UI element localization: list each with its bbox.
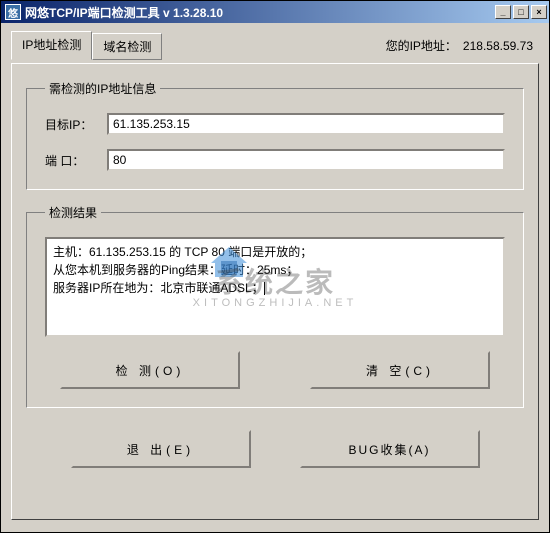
row-port: 端 口： (45, 149, 505, 171)
target-ip-label: 目标IP： (45, 116, 107, 133)
port-input[interactable] (107, 149, 505, 171)
maximize-button[interactable]: □ (513, 5, 529, 19)
client-area: IP地址检测 域名检测 您的IP地址： 218.58.59.73 需检测的IP地… (1, 23, 549, 532)
exit-button[interactable]: 退 出(E) (71, 430, 251, 468)
result-line-1: 主机：61.135.253.15 的 TCP 80 端口是开放的； (53, 243, 497, 261)
result-textarea[interactable]: 系统之家 XITONGZHIJIA.NET 主机：61.135.253.15 的… (45, 237, 505, 337)
tab-panel: 需检测的IP地址信息 目标IP： 端 口： 检测结果 系统之家 (11, 63, 539, 520)
window-title: 网悠TCP/IP端口检测工具 v 1.3.28.10 (25, 4, 495, 21)
result-line-3: 服务器IP所在地为：北京市联通ADSL； (53, 279, 497, 297)
check-button[interactable]: 检 测(O) (60, 351, 240, 389)
clear-button[interactable]: 清 空(C) (310, 351, 490, 389)
your-ip-label: 您的IP地址： (386, 37, 457, 54)
tab-ip-check[interactable]: IP地址检测 (11, 31, 92, 60)
tab-domain-check[interactable]: 域名检测 (92, 33, 162, 60)
minimize-button[interactable]: _ (495, 5, 511, 19)
result-line-2: 从您本机到服务器的Ping结果：延时：25ms； (53, 261, 497, 279)
window-controls: _ □ × (495, 5, 547, 19)
your-ip-value: 218.58.59.73 (463, 39, 533, 53)
top-row: IP地址检测 域名检测 您的IP地址： 218.58.59.73 (11, 31, 539, 60)
text-caret (264, 282, 265, 295)
bug-report-button[interactable]: BUG收集(A) (300, 430, 480, 468)
app-icon: 悠 (5, 4, 21, 20)
close-button[interactable]: × (531, 5, 547, 19)
result-group: 检测结果 系统之家 XITONGZHIJIA.NET 主机：61.135.253… (26, 204, 524, 408)
result-group-legend: 检测结果 (45, 204, 101, 221)
row-target-ip: 目标IP： (45, 113, 505, 135)
watermark-subtext: XITONGZHIJIA.NET (193, 295, 358, 312)
tab-strip: IP地址检测 域名检测 (11, 31, 162, 60)
app-window: 悠 网悠TCP/IP端口检测工具 v 1.3.28.10 _ □ × IP地址检… (0, 0, 550, 533)
port-label: 端 口： (45, 152, 107, 169)
your-ip-display: 您的IP地址： 218.58.59.73 (386, 37, 539, 54)
input-group: 需检测的IP地址信息 目标IP： 端 口： (26, 80, 524, 190)
titlebar: 悠 网悠TCP/IP端口检测工具 v 1.3.28.10 _ □ × (1, 1, 549, 23)
input-group-legend: 需检测的IP地址信息 (45, 80, 160, 97)
result-button-row: 检 测(O) 清 空(C) (45, 351, 505, 389)
bottom-button-row: 退 出(E) BUG收集(A) (26, 430, 524, 468)
target-ip-input[interactable] (107, 113, 505, 135)
